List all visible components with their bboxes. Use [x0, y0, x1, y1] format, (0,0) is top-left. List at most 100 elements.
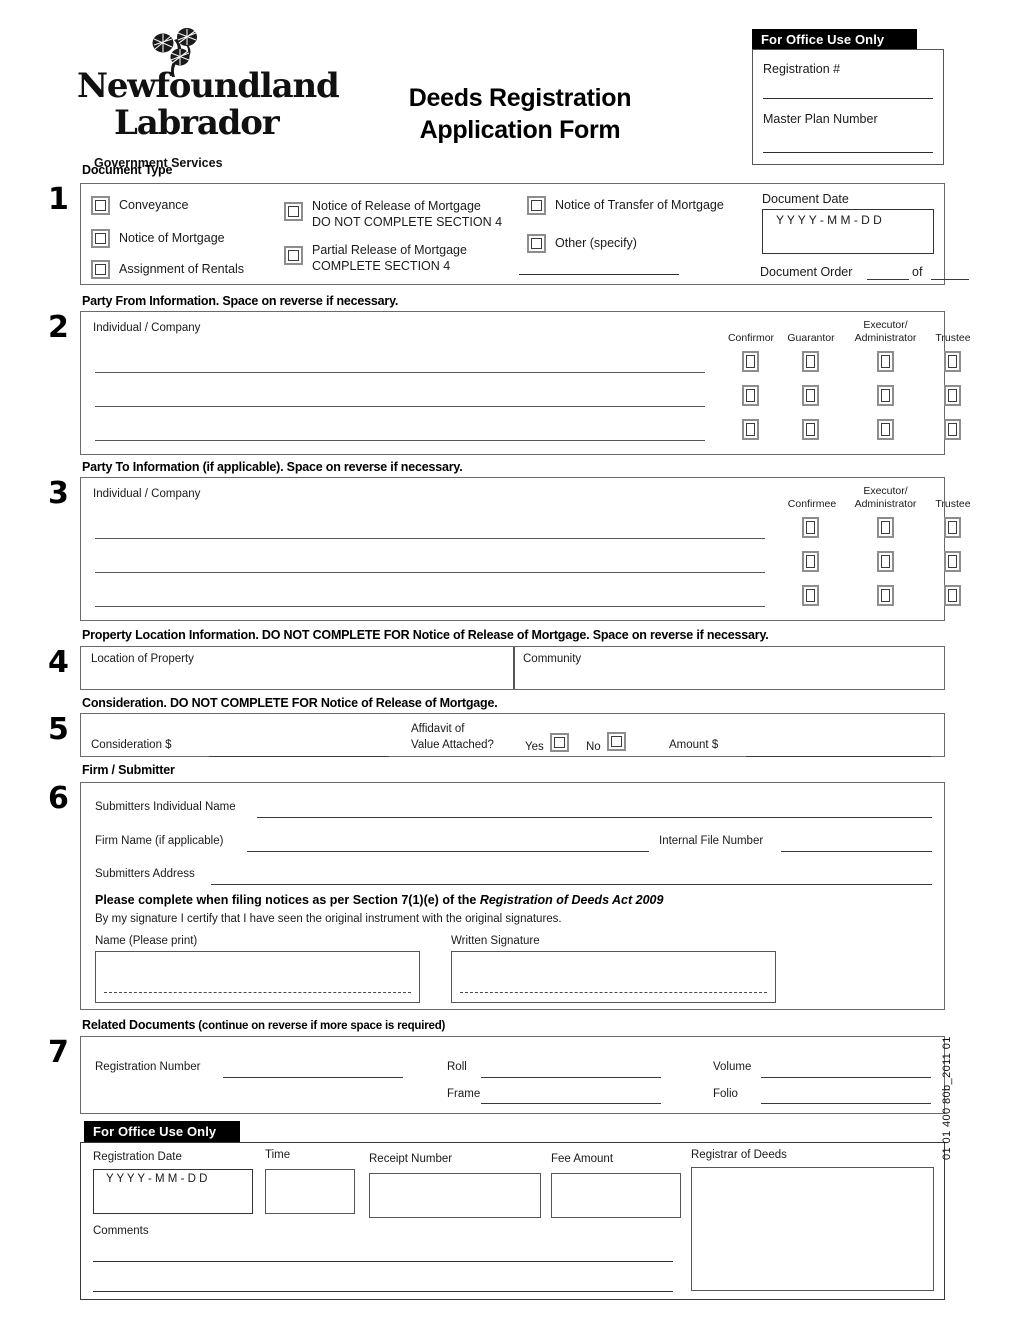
frame-input[interactable]: [481, 1103, 661, 1104]
consideration-label: Consideration $: [91, 739, 172, 751]
location-of-property-input[interactable]: [91, 667, 501, 687]
notice-bold-prefix: Please complete when filing notices as p…: [95, 893, 480, 907]
document-order-label: Document Order: [760, 265, 853, 279]
section-3-row-1-name-input[interactable]: [95, 538, 765, 539]
checkbox-notice-of-transfer-of-mortgage[interactable]: [527, 196, 546, 215]
section-2-box: Individual / Company Confirmor Guarantor…: [80, 311, 971, 455]
section-2-row-2-name-input[interactable]: [95, 406, 705, 407]
section-2-row-3-name-input[interactable]: [95, 440, 705, 441]
firm-name-label: Firm Name (if applicable): [95, 835, 224, 847]
community-input[interactable]: [523, 667, 933, 687]
time-label: Time: [265, 1149, 291, 1161]
registration-number-input[interactable]: [763, 98, 933, 99]
section-2-row-2-confirmor-checkbox[interactable]: [742, 385, 759, 406]
section-2-row-1-confirmor-checkbox[interactable]: [742, 351, 759, 372]
document-date-mask: Y Y Y Y - M M - D D: [776, 213, 882, 227]
title-line-1: Deeds Registration: [408, 84, 632, 112]
section-3-row-3-trustee-checkbox[interactable]: [944, 585, 961, 606]
registrar-of-deeds-input[interactable]: [691, 1167, 934, 1291]
checkbox-notice-of-mortgage[interactable]: [91, 229, 110, 248]
section-7-caption-bold: Related Documents: [82, 1018, 196, 1032]
deeds-registration-form-page: Newfoundland Labrador Government Service…: [0, 0, 1020, 1320]
name-please-print-input[interactable]: [95, 951, 420, 1003]
name-please-print-label: Name (Please print): [95, 935, 198, 947]
checkbox-partial-release-of-mortgage[interactable]: [284, 246, 303, 265]
office-use-only-bottom-bar: For Office Use Only: [84, 1121, 240, 1142]
section-2-row-2-trustee-checkbox[interactable]: [944, 385, 961, 406]
frame-label: Frame: [447, 1088, 481, 1100]
section-3-row-1-confirmee-checkbox[interactable]: [802, 517, 819, 538]
submitters-address-input[interactable]: [211, 884, 932, 885]
office-use-only-top-box: Registration # Master Plan Number: [752, 49, 944, 165]
registration-date-input[interactable]: Y Y Y Y - M M - D D: [93, 1169, 253, 1214]
registration-date-mask: Y Y Y Y - M M - D D: [106, 1173, 208, 1185]
section-2-row-3-trustee-checkbox[interactable]: [944, 419, 961, 440]
document-date-input[interactable]: Y Y Y Y - M M - D D: [762, 209, 934, 254]
receipt-number-label: Receipt Number: [369, 1153, 453, 1165]
section-7-number: 7: [48, 1035, 69, 1070]
section-7-1-e-notice: Please complete when filing notices as p…: [95, 893, 663, 907]
comments-line-2-input[interactable]: [93, 1291, 673, 1292]
section-5-caption: Consideration. DO NOT COMPLETE FOR Notic…: [82, 696, 498, 710]
label-notice-of-release-of-mortgage: Notice of Release of Mortgage: [312, 199, 481, 213]
document-order-input[interactable]: [867, 279, 909, 280]
name-print-dashed-line: [104, 992, 411, 993]
submitters-address-label: Submitters Address: [95, 868, 195, 880]
master-plan-number-input[interactable]: [763, 152, 933, 153]
section-3-box: Individual / Company Confirmee Executor/…: [80, 477, 971, 621]
section-3-row-3-name-input[interactable]: [95, 606, 765, 607]
section-2-caption: Party From Information. Space on reverse…: [82, 294, 399, 308]
receipt-number-input[interactable]: [369, 1173, 541, 1218]
notice-act-title: Registration of Deeds Act 2009: [479, 893, 664, 907]
section-2-row-1-guarantor-checkbox[interactable]: [802, 351, 819, 372]
section-3-row-2-confirmee-checkbox[interactable]: [802, 551, 819, 572]
section-3-row-2-executor-administrator-checkbox[interactable]: [877, 551, 894, 572]
label-partial-release-of-mortgage: Partial Release of Mortgage: [312, 243, 467, 257]
section-2-row-3-guarantor-checkbox[interactable]: [802, 419, 819, 440]
label-notice-of-transfer-of-mortgage: Notice of Transfer of Mortgage: [555, 198, 724, 212]
section-2-row-3-confirmor-checkbox[interactable]: [742, 419, 759, 440]
internal-file-number-input[interactable]: [781, 851, 932, 852]
certification-text: By my signature I certify that I have se…: [95, 913, 562, 925]
section-3-row-1-trustee-checkbox[interactable]: [944, 517, 961, 538]
section-4-box: Location of Property Community: [80, 646, 945, 690]
folio-input[interactable]: [761, 1103, 931, 1104]
roll-input[interactable]: [481, 1077, 661, 1078]
section-1-caption: Document Type: [82, 163, 173, 177]
checkbox-other-specify[interactable]: [527, 234, 546, 253]
comments-line-1-input[interactable]: [93, 1261, 673, 1262]
time-input[interactable]: [265, 1169, 355, 1214]
section-2-row-2-guarantor-checkbox[interactable]: [802, 385, 819, 406]
folio-label: Folio: [713, 1088, 738, 1100]
submitters-individual-name-input[interactable]: [257, 817, 932, 818]
office-use-only-header-bar: For Office Use Only: [752, 29, 917, 49]
consideration-input[interactable]: [209, 756, 389, 757]
written-signature-input[interactable]: [451, 951, 776, 1003]
section-2-row-3-executor-administrator-checkbox[interactable]: [877, 419, 894, 440]
section-2-row-2-executor-administrator-checkbox[interactable]: [877, 385, 894, 406]
section-2-row-1-name-input[interactable]: [95, 372, 705, 373]
section-2-row-1-trustee-checkbox[interactable]: [944, 351, 961, 372]
section-3-row-2-name-input[interactable]: [95, 572, 765, 573]
other-specify-input[interactable]: [519, 274, 679, 275]
firm-name-input[interactable]: [247, 851, 649, 852]
section-3-row-1-executor-administrator-checkbox[interactable]: [877, 517, 894, 538]
affidavit-no-checkbox[interactable]: [607, 732, 626, 751]
section-3-row-3-confirmee-checkbox[interactable]: [802, 585, 819, 606]
volume-input[interactable]: [761, 1077, 931, 1078]
checkbox-conveyance[interactable]: [91, 196, 110, 215]
amount-input[interactable]: [746, 756, 931, 757]
checkbox-notice-of-release-of-mortgage[interactable]: [284, 202, 303, 221]
fee-amount-input[interactable]: [551, 1173, 681, 1218]
registration-number-label: Registration #: [763, 62, 841, 76]
related-registration-number-input[interactable]: [223, 1077, 403, 1078]
section-2-row-1-executor-administrator-checkbox[interactable]: [877, 351, 894, 372]
section-3-row-2-trustee-checkbox[interactable]: [944, 551, 961, 572]
volume-label: Volume: [713, 1061, 752, 1073]
document-order-total-input[interactable]: [931, 279, 969, 280]
label-assignment-of-rentals: Assignment of Rentals: [119, 262, 245, 276]
checkbox-assignment-of-rentals[interactable]: [91, 260, 110, 279]
affidavit-yes-checkbox[interactable]: [550, 733, 569, 752]
section-3-row-3-executor-administrator-checkbox[interactable]: [877, 585, 894, 606]
section-3-col-header-trustee: Trustee: [935, 498, 971, 510]
